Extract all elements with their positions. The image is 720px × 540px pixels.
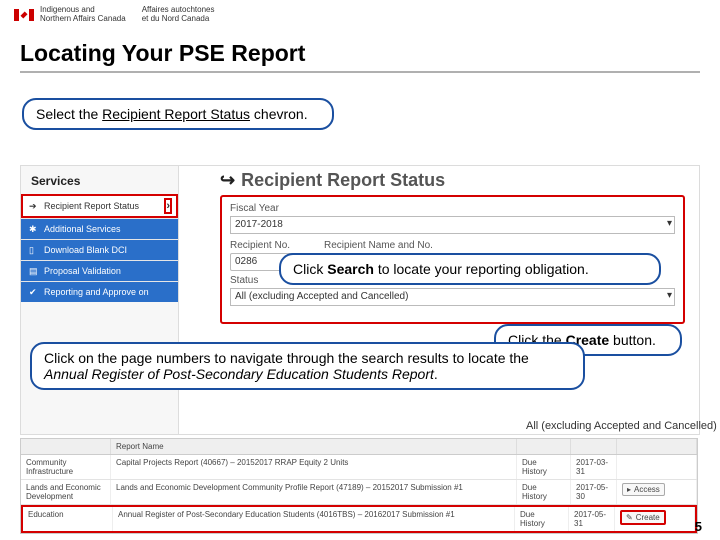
fiscal-year-label: Fiscal Year: [230, 203, 675, 214]
sidebar-item-label: Recipient Report Status: [44, 201, 139, 211]
sidebar: Services ➔ Recipient Report Status › ✱ A…: [21, 166, 179, 434]
callout-page-numbers: Click on the page numbers to navigate th…: [30, 342, 585, 390]
panel-title: ↪ Recipient Report Status: [220, 170, 691, 191]
table-row-highlighted[interactable]: Education Annual Register of Post-Second…: [21, 505, 697, 533]
page-title: Locating Your PSE Report: [0, 26, 720, 71]
recipient-name-label: Recipient Name and No.: [324, 240, 433, 251]
page-number: 5: [695, 519, 702, 534]
callout-click-search: Click Search to locate your reporting ob…: [279, 253, 661, 285]
sidebar-item-proposal-validation[interactable]: ▤ Proposal Validation: [21, 260, 178, 281]
access-button[interactable]: ▸ Access: [622, 483, 665, 496]
export-icon: ↪: [220, 170, 235, 191]
check-icon: ✔: [29, 287, 39, 297]
app-screenshot: Services ➔ Recipient Report Status › ✱ A…: [20, 165, 700, 435]
sidebar-item-label: Download Blank DCI: [44, 245, 127, 255]
search-summary: All (excluding Accepted and Cancelled): [526, 420, 717, 432]
main-panel: ↪ Recipient Report Status Fiscal Year 20…: [186, 166, 699, 328]
canada-flag-icon: [14, 9, 34, 21]
sidebar-item-download-dci[interactable]: ▯ Download Blank DCI: [21, 239, 178, 260]
gov-header: Indigenous andNorthern Affairs Canada Af…: [0, 0, 720, 26]
sidebar-item-additional-services[interactable]: ✱ Additional Services: [21, 218, 178, 239]
status-select[interactable]: All (excluding Accepted and Cancelled)▾: [230, 288, 675, 306]
doc-icon: ▤: [29, 266, 39, 276]
grid-icon: ✱: [29, 224, 39, 234]
sidebar-item-label: Additional Services: [44, 224, 121, 234]
results-table: Report Name CommunityInfrastructure Capi…: [20, 438, 698, 534]
chevron-right-icon[interactable]: ›: [164, 198, 172, 214]
sidebar-item-label: Proposal Validation: [44, 266, 121, 276]
callout-select-chevron: Select the Recipient Report Status chevr…: [22, 98, 334, 130]
table-row[interactable]: Lands and EconomicDevelopment Lands and …: [21, 480, 697, 505]
sidebar-item-recipient-report-status[interactable]: ➔ Recipient Report Status ›: [21, 194, 178, 218]
sidebar-item-reporting[interactable]: ✔ Reporting and Approve on: [21, 281, 178, 302]
table-header: Report Name: [21, 439, 697, 455]
book-icon: ▯: [29, 245, 39, 255]
chevron-down-icon: ▾: [667, 290, 672, 301]
title-underline: [20, 71, 700, 73]
recipient-no-label: Recipient No.: [230, 240, 294, 251]
sidebar-item-label: Reporting and Approve on: [44, 287, 149, 297]
dept-fr: Affaires autochtoneset du Nord Canada: [142, 6, 215, 24]
fiscal-year-select[interactable]: 2017-2018▾: [230, 216, 675, 234]
chevron-down-icon: ▾: [667, 218, 672, 229]
create-button[interactable]: ✎ Create: [620, 510, 666, 525]
arrow-icon: ➔: [29, 201, 39, 211]
dept-en: Indigenous andNorthern Affairs Canada: [40, 6, 126, 24]
table-row[interactable]: CommunityInfrastructure Capital Projects…: [21, 455, 697, 480]
sidebar-heading: Services: [21, 166, 178, 194]
